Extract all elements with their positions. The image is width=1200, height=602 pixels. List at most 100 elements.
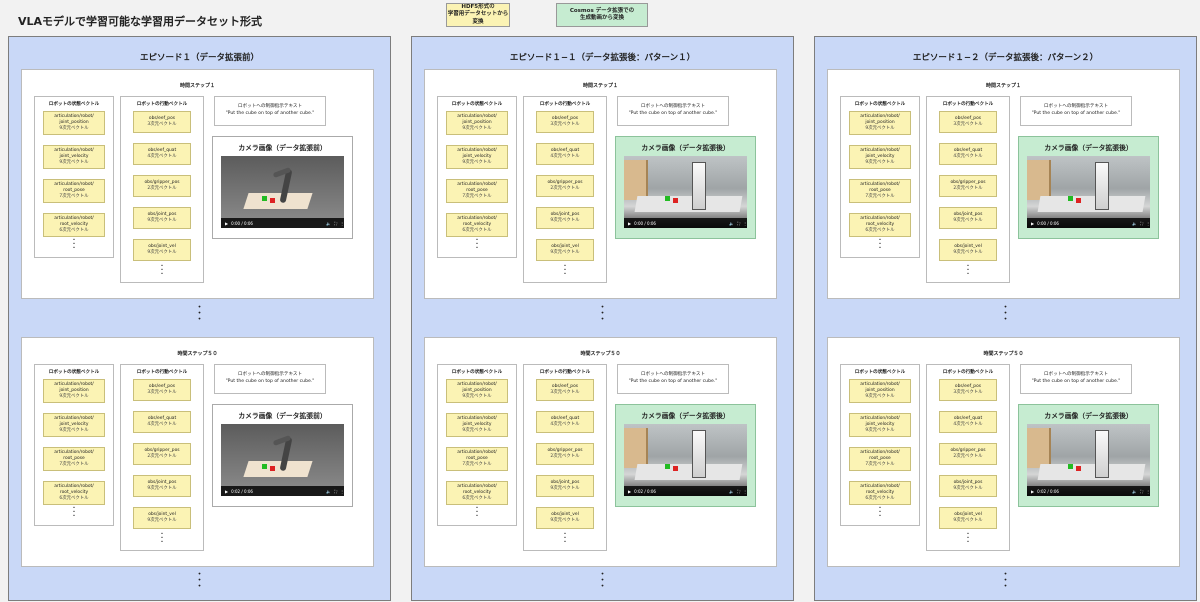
video-time: 0:00 / 0:06	[231, 220, 253, 226]
camera-title: カメラ画像（データ拡張後）	[1044, 144, 1133, 152]
timestep-title: 時間ステップ５０	[983, 351, 1024, 357]
fullscreen-icon[interactable]: ⛶	[737, 489, 740, 494]
legend-hdf5: HDF5形式の 学習用データセットから変換	[446, 3, 510, 27]
vector-dim: 9次元ベクトル	[865, 159, 895, 165]
action-vector-item: obs/eef_quat 4次元ベクトル	[939, 143, 997, 165]
vector-dim: 7次元ベクトル	[865, 461, 895, 467]
fullscreen-icon[interactable]: ⛶	[1140, 489, 1143, 494]
action-vector-item: obs/eef_pos 3次元ベクトル	[536, 111, 594, 133]
instruction-title: ロボットへの制御指示テキスト	[237, 372, 303, 378]
play-icon[interactable]: ▶	[628, 221, 631, 226]
volume-icon[interactable]: 🔈	[729, 221, 734, 226]
vector-dim: 3次元ベクトル	[147, 390, 177, 395]
timestep-ellipsis: ・ ・ ・	[1000, 570, 1010, 592]
action-ellipsis: ・ ・ ・	[561, 263, 568, 278]
action-vector-title: ロボットの行動ベクトル	[539, 102, 591, 107]
fullscreen-icon[interactable]: ⛶	[334, 489, 337, 494]
state-vector-title: ロボットの状態ベクトル	[48, 370, 100, 375]
camera-video[interactable]: ▶ 0:02 / 0:06 🔈 ⛶ ⋮	[221, 424, 344, 496]
state-vector-item: articulation/robot/root_pose 7次元ベクトル	[849, 447, 911, 471]
volume-icon[interactable]: 🔈	[326, 489, 331, 494]
video-time: 0:00 / 0:06	[1037, 220, 1059, 226]
vector-dim: 6次元ベクトル	[865, 495, 895, 501]
action-vector-item: obs/joint_pos 9次元ベクトル	[536, 475, 594, 497]
timestep-title: 時間ステップ１	[985, 83, 1021, 89]
instruction-box: ロボットへの制御指示テキスト "Put the cube on top of an…	[214, 364, 326, 394]
volume-icon[interactable]: 🔈	[729, 489, 734, 494]
action-vector-item: obs/eef_quat 4次元ベクトル	[536, 411, 594, 433]
play-icon[interactable]: ▶	[1031, 221, 1034, 226]
vector-dim: 4次元ベクトル	[147, 154, 177, 159]
state-ellipsis: ・ ・ ・	[473, 505, 480, 520]
action-vector-title: ロボットの行動ベクトル	[942, 102, 994, 107]
camera-video[interactable]: ▶ 0:02 / 0:06 🔈 ⛶ ⋮	[624, 424, 747, 496]
state-vector-item: articulation/robot/root_velocity 6次元ベクトル	[849, 213, 911, 237]
more-icon[interactable]: ⋮	[1146, 489, 1150, 494]
vector-dim: 3次元ベクトル	[147, 122, 177, 127]
state-vector-item: articulation/robot/root_velocity 6次元ベクトル	[43, 481, 105, 505]
vector-dim: 7次元ベクトル	[865, 193, 895, 199]
action-vector-item: obs/eef_quat 4次元ベクトル	[939, 411, 997, 433]
fullscreen-icon[interactable]: ⛶	[737, 221, 740, 226]
vector-dim: 4次元ベクトル	[953, 422, 983, 427]
table-image	[634, 195, 743, 212]
state-vector-item: articulation/robot/root_pose 7次元ベクトル	[43, 179, 105, 203]
vector-dim: 6次元ベクトル	[865, 227, 895, 233]
state-vector-item: articulation/robot/joint_velocity 9次元ベクトル	[43, 413, 105, 437]
vector-dim: 6次元ベクトル	[462, 495, 492, 501]
state-vector-panel: ロボットの状態ベクトル articulation/robot/joint_posi…	[437, 364, 517, 526]
timestep-panel: 時間ステップ５０ ロボットの状態ベクトル articulation/robot/jo…	[827, 337, 1180, 567]
volume-icon[interactable]: 🔈	[326, 221, 331, 226]
timestep-title: 時間ステップ１	[179, 83, 215, 89]
instruction-text: "Put the cube on top of another cube."	[225, 111, 315, 116]
green-cube	[664, 196, 670, 202]
more-icon[interactable]: ⋮	[340, 221, 344, 226]
action-vector-panel: ロボットの行動ベクトル obs/eef_pos 3次元ベクトル obs/eef_qua…	[523, 364, 607, 551]
camera-title: カメラ画像（データ拡張前）	[238, 412, 327, 420]
vector-dim: 2次元ベクトル	[147, 186, 177, 191]
play-icon[interactable]: ▶	[225, 221, 228, 226]
vector-dim: 2次元ベクトル	[953, 186, 983, 191]
more-icon[interactable]: ⋮	[743, 221, 747, 226]
action-vector-item: obs/joint_pos 9次元ベクトル	[939, 207, 997, 229]
action-vector-item: obs/eef_pos 3次元ベクトル	[133, 111, 191, 133]
volume-icon[interactable]: 🔈	[1132, 221, 1137, 226]
camera-video[interactable]: ▶ 0:02 / 0:06 🔈 ⛶ ⋮	[1027, 424, 1150, 496]
action-vector-item: obs/gripper_pos 2次元ベクトル	[939, 443, 997, 465]
vector-dim: 9次元ベクトル	[865, 427, 895, 433]
play-icon[interactable]: ▶	[1031, 489, 1034, 494]
state-vector-item: articulation/robot/joint_velocity 9次元ベクトル	[849, 413, 911, 437]
camera-video[interactable]: ▶ 0:00 / 0:06 🔈 ⛶ ⋮	[221, 156, 344, 228]
vector-dim: 9次元ベクトル	[462, 125, 492, 131]
state-vector-item: articulation/robot/joint_velocity 9次元ベクトル	[446, 145, 508, 169]
play-icon[interactable]: ▶	[628, 489, 631, 494]
vector-dim: 9次元ベクトル	[550, 250, 580, 255]
volume-icon[interactable]: 🔈	[1132, 489, 1137, 494]
camera-video[interactable]: ▶ 0:00 / 0:06 🔈 ⛶ ⋮	[624, 156, 747, 228]
vector-dim: 9次元ベクトル	[59, 125, 89, 131]
more-icon[interactable]: ⋮	[340, 489, 344, 494]
timestep-panel: 時間ステップ１ ロボットの状態ベクトル articulation/robot/joi…	[424, 69, 777, 299]
action-vector-panel: ロボットの行動ベクトル obs/eef_pos 3次元ベクトル obs/eef_qua…	[926, 96, 1010, 283]
episode-panel: エピソード１−１（データ拡張後：パターン１） 時間ステップ１ ロボットの状態ベクトル…	[411, 36, 794, 601]
action-vector-item: obs/joint_pos 9次元ベクトル	[133, 475, 191, 497]
action-vector-item: obs/joint_vel 9次元ベクトル	[939, 239, 997, 261]
action-ellipsis: ・ ・ ・	[158, 263, 165, 278]
more-icon[interactable]: ⋮	[1146, 221, 1150, 226]
vector-dim: 9次元ベクトル	[865, 393, 895, 399]
state-ellipsis: ・ ・ ・	[876, 237, 883, 252]
more-icon[interactable]: ⋮	[743, 489, 747, 494]
action-vector-item: obs/joint_pos 9次元ベクトル	[133, 207, 191, 229]
fullscreen-icon[interactable]: ⛶	[334, 221, 337, 226]
action-vector-item: obs/gripper_pos 2次元ベクトル	[536, 443, 594, 465]
instruction-text: "Put the cube on top of another cube."	[225, 379, 315, 384]
action-vector-item: obs/joint_vel 9次元ベクトル	[133, 239, 191, 261]
state-vector-item: articulation/robot/root_velocity 6次元ベクトル	[43, 213, 105, 237]
action-vector-panel: ロボットの行動ベクトル obs/eef_pos 3次元ベクトル obs/eef_qua…	[926, 364, 1010, 551]
state-vector-item: articulation/robot/joint_velocity 9次元ベクトル	[446, 413, 508, 437]
play-icon[interactable]: ▶	[225, 489, 228, 494]
instruction-box: ロボットへの制御指示テキスト "Put the cube on top of an…	[617, 96, 729, 126]
camera-video[interactable]: ▶ 0:00 / 0:06 🔈 ⛶ ⋮	[1027, 156, 1150, 228]
shelf-image	[1027, 428, 1052, 468]
fullscreen-icon[interactable]: ⛶	[1140, 221, 1143, 226]
